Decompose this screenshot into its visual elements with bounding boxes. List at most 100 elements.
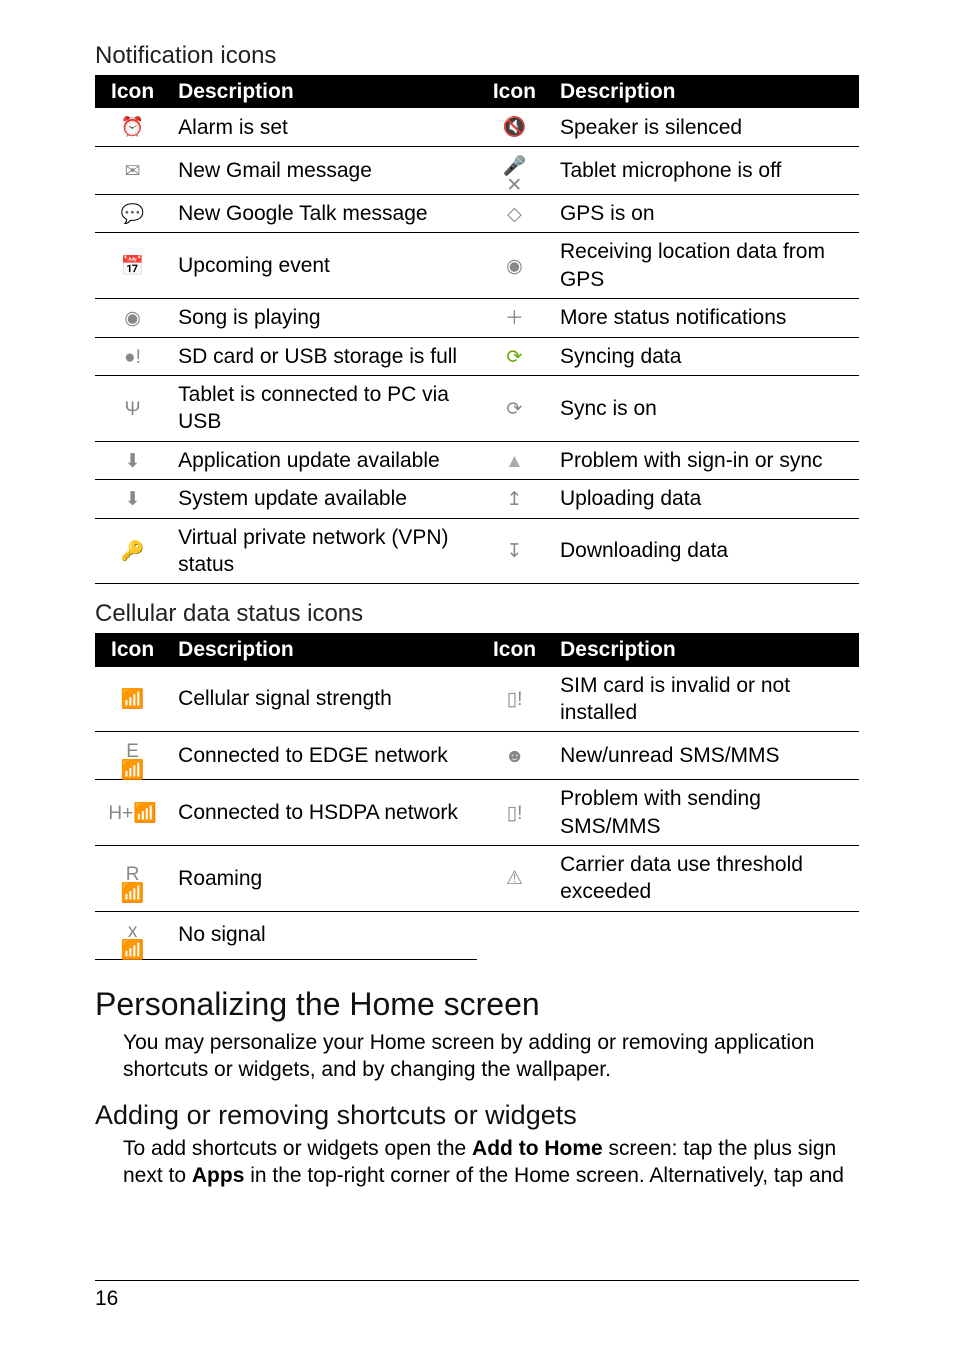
description-cell: Alarm is set xyxy=(170,108,477,146)
hdr-desc-2: Description xyxy=(552,75,859,108)
status-icon: ↧ xyxy=(501,539,527,565)
description-cell: Receiving location data from GPS xyxy=(552,233,859,299)
status-icon: H+📶 xyxy=(120,800,146,826)
icon-cell: ▯! xyxy=(477,667,552,732)
icon-cell: H+📶 xyxy=(95,780,170,846)
description-cell: SIM card is invalid or not installed xyxy=(552,667,859,732)
status-icon: 💬 xyxy=(120,201,146,227)
icon-cell: x📶 xyxy=(95,911,170,959)
text-segment: in the top-right corner of the Home scre… xyxy=(244,1164,844,1187)
icon-cell: ⬇ xyxy=(95,441,170,480)
description-cell: Speaker is silenced xyxy=(552,108,859,146)
description-cell: Upcoming event xyxy=(170,233,477,299)
adding-shortcuts-heading: Adding or removing shortcuts or widgets xyxy=(95,1098,859,1133)
status-icon: ✉ xyxy=(120,158,146,184)
apps-bold: Apps xyxy=(192,1164,245,1187)
status-icon: ↥ xyxy=(501,487,527,513)
description-cell: New Gmail message xyxy=(170,146,477,194)
status-icon: E📶 xyxy=(120,748,146,774)
description-cell: New/unread SMS/MMS xyxy=(552,732,859,780)
table-row: 💬New Google Talk message◇GPS is on xyxy=(95,194,859,233)
icon-cell: ☻ xyxy=(477,732,552,780)
description-cell xyxy=(552,911,859,959)
description-cell: Syncing data xyxy=(552,337,859,376)
icon-cell: ⟳ xyxy=(477,376,552,442)
icon-cell: ⟳ xyxy=(477,337,552,376)
table-header-row: Icon Description Icon Description xyxy=(95,75,859,108)
table-row: R📶Roaming⚠Carrier data use threshold exc… xyxy=(95,845,859,911)
icon-cell: Ψ xyxy=(95,376,170,442)
text-segment: To add shortcuts or widgets open the xyxy=(123,1137,472,1160)
status-icon: ▯! xyxy=(502,687,528,713)
status-icon: x📶 xyxy=(120,928,146,954)
status-icon: 🔑 xyxy=(120,539,146,565)
status-icon: 🔇 xyxy=(501,115,527,141)
description-cell: New Google Talk message xyxy=(170,194,477,233)
description-cell: SD card or USB storage is full xyxy=(170,337,477,376)
status-icon: 📅 xyxy=(120,254,146,280)
adding-shortcuts-body: To add shortcuts or widgets open the Add… xyxy=(123,1135,859,1190)
icon-cell: ↧ xyxy=(477,518,552,584)
description-cell: Uploading data xyxy=(552,480,859,519)
icon-cell xyxy=(477,911,552,959)
status-icon: ⚠ xyxy=(502,866,528,892)
page-number: 16 xyxy=(95,1287,118,1310)
icon-cell: ✉ xyxy=(95,146,170,194)
icon-cell: 📶 xyxy=(95,667,170,732)
hdr-desc-2: Description xyxy=(552,633,859,666)
description-cell: Problem with sign-in or sync xyxy=(552,441,859,480)
status-icon: ⏰ xyxy=(120,115,146,141)
description-cell: No signal xyxy=(170,911,477,959)
status-icon: ⬇ xyxy=(120,487,146,513)
icon-cell: E📶 xyxy=(95,732,170,780)
table-row: ⬇System update available↥Uploading data xyxy=(95,480,859,519)
status-icon: 📶 xyxy=(120,687,146,713)
cellular-icons-heading: Cellular data status icons xyxy=(95,598,859,629)
description-cell: Connected to HSDPA network xyxy=(170,780,477,846)
icon-cell: ●! xyxy=(95,337,170,376)
icon-cell: 💬 xyxy=(95,194,170,233)
table-row: 🔑Virtual private network (VPN) status↧Do… xyxy=(95,518,859,584)
icon-cell: R📶 xyxy=(95,845,170,911)
hdr-desc-1: Description xyxy=(170,75,477,108)
icon-cell: ↥ xyxy=(477,480,552,519)
icon-cell: 🔇 xyxy=(477,108,552,146)
description-cell: Downloading data xyxy=(552,518,859,584)
personalizing-heading: Personalizing the Home screen xyxy=(95,984,859,1026)
table-row: E📶 Connected to EDGE network ☻ New/unread S… xyxy=(95,732,859,780)
status-icon: ⟳ xyxy=(501,344,527,370)
description-cell: Song is playing xyxy=(170,299,477,338)
icon-cell: ⚠ xyxy=(477,845,552,911)
table-row: ⬇Application update available▲Problem wi… xyxy=(95,441,859,480)
status-icon: ◉ xyxy=(120,306,146,332)
description-cell: Problem with sending SMS/MMS xyxy=(552,780,859,846)
status-icon: ▯! xyxy=(502,800,528,826)
table-row: ●! SD card or USB storage is full ⟳ Syncing… xyxy=(95,337,859,376)
icon-cell: 🔑 xyxy=(95,518,170,584)
table-row: ΨTablet is connected to PC via USB⟳Sync … xyxy=(95,376,859,442)
icon-cell: 🎤✕ xyxy=(477,146,552,194)
status-icon: ☻ xyxy=(502,744,528,770)
icon-cell: ◇ xyxy=(477,194,552,233)
status-icon: Ψ xyxy=(120,396,146,422)
description-cell: Connected to EDGE network xyxy=(170,732,477,780)
notification-icons-table: Icon Description Icon Description ⏰ Alarm… xyxy=(95,75,859,584)
table-row: ◉Song is playing＋More status notificatio… xyxy=(95,299,859,338)
icon-cell: ◉ xyxy=(477,233,552,299)
description-cell: Cellular signal strength xyxy=(170,667,477,732)
status-icon: ⟳ xyxy=(501,396,527,422)
table-row: 📶 Cellular signal strength ▯! SIM card is i… xyxy=(95,667,859,732)
status-icon: ◇ xyxy=(501,201,527,227)
personalizing-body: You may personalize your Home screen by … xyxy=(123,1029,859,1084)
hdr-icon-2: Icon xyxy=(477,633,552,666)
description-cell: Carrier data use threshold exceeded xyxy=(552,845,859,911)
table-header-row: Icon Description Icon Description xyxy=(95,633,859,666)
table-row: ⏰ Alarm is set 🔇 Speaker is silenced xyxy=(95,108,859,146)
hdr-icon-2: Icon xyxy=(477,75,552,108)
status-icon: R📶 xyxy=(120,871,146,897)
description-cell: More status notifications xyxy=(552,299,859,338)
icon-cell: ▲ xyxy=(477,441,552,480)
status-icon: ●! xyxy=(120,344,146,370)
hdr-icon-1: Icon xyxy=(95,633,170,666)
status-icon: 🎤✕ xyxy=(501,163,527,189)
